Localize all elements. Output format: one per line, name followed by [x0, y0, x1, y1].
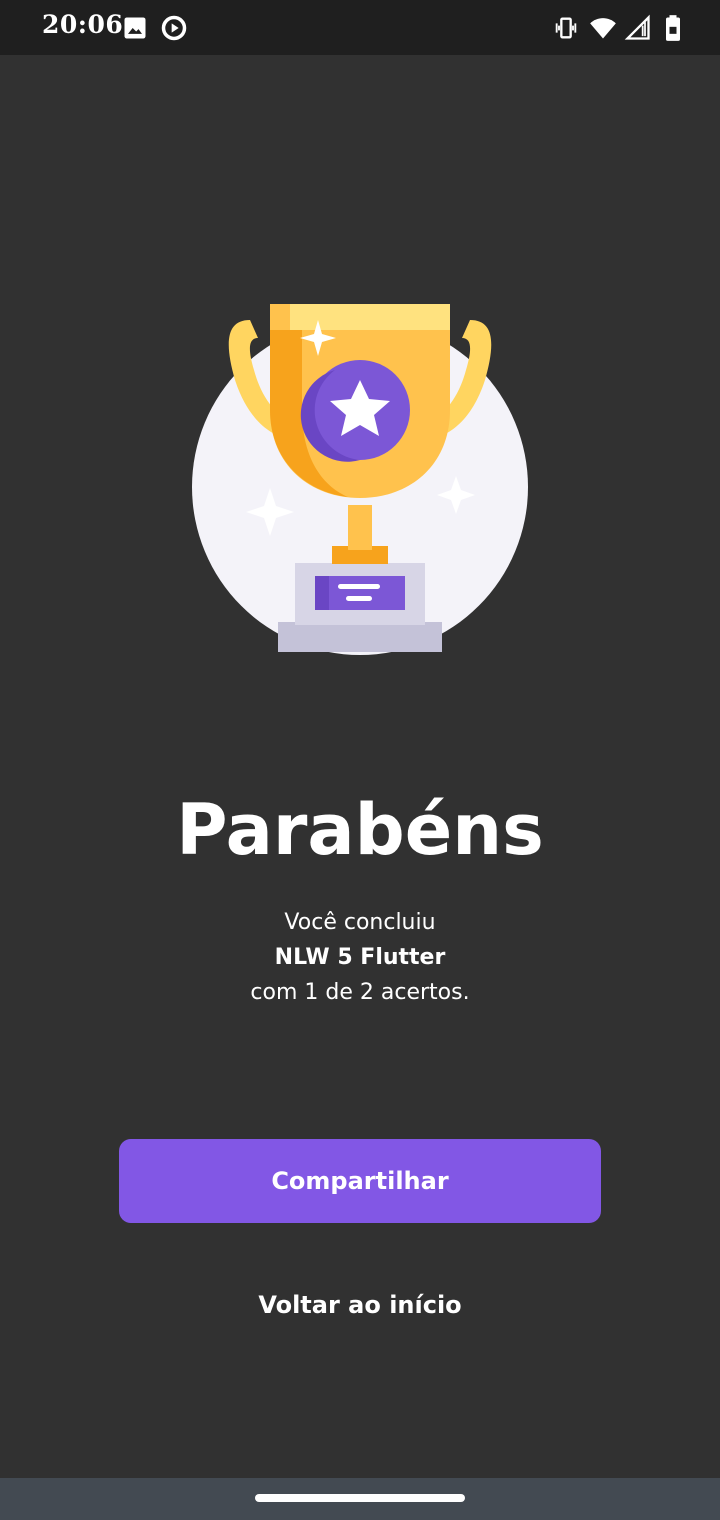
share-button[interactable]: Compartilhar — [119, 1139, 601, 1223]
result-summary: Você concluiu NLW 5 Flutter com 1 de 2 a… — [0, 905, 720, 1010]
page-title: Parabéns — [176, 789, 544, 871]
vibrate-icon — [555, 17, 577, 39]
status-bar: 20:06 — [0, 0, 720, 55]
summary-line-1: Você concluiu — [284, 910, 436, 935]
result-screen: Parabéns Você concluiu NLW 5 Flutter com… — [0, 55, 720, 1478]
summary-score: com 1 de 2 acertos. — [250, 980, 470, 1005]
quiz-name: NLW 5 Flutter — [274, 945, 446, 970]
trophy-illustration — [192, 304, 528, 655]
home-gesture-handle[interactable] — [255, 1494, 465, 1502]
play-circle-icon — [161, 15, 187, 41]
back-to-home-button[interactable]: Voltar ao início — [0, 1285, 720, 1325]
cellular-signal-icon — [624, 14, 650, 40]
navigation-bar — [0, 1478, 720, 1520]
wifi-icon — [590, 18, 616, 39]
battery-icon — [666, 15, 680, 41]
status-time: 20:06 — [42, 10, 124, 39]
image-icon — [124, 17, 146, 39]
